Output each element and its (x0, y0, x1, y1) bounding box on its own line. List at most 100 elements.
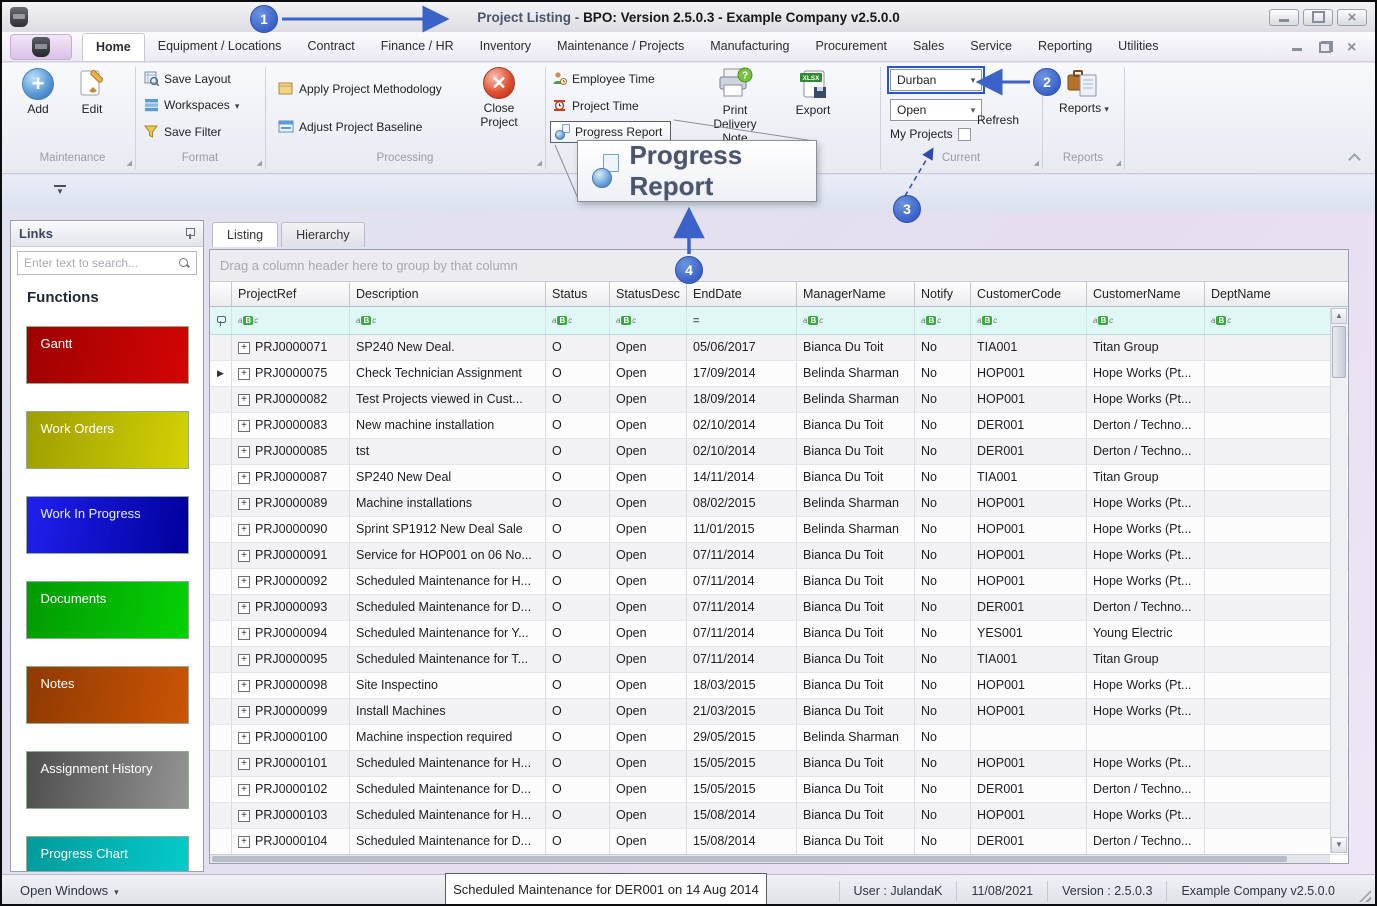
workspaces-button[interactable]: Workspaces (144, 98, 239, 112)
expand-icon[interactable] (238, 601, 250, 614)
table-row[interactable]: PRJ0000095 Scheduled Maintenance for T..… (210, 647, 1348, 673)
column-header[interactable]: CustomerCode (971, 282, 1087, 306)
expand-icon[interactable] (238, 653, 250, 666)
horizontal-scrollbar[interactable] (210, 854, 1330, 863)
text-filter-icon[interactable] (1093, 316, 1113, 325)
text-filter-icon[interactable] (356, 316, 376, 325)
function-button[interactable]: Progress Chart (25, 836, 189, 871)
scrollbar-thumb[interactable] (1332, 326, 1346, 378)
search-input[interactable] (24, 256, 179, 270)
column-header[interactable]: ProjectRef (232, 282, 350, 306)
menu-tab[interactable]: Sales (900, 33, 957, 61)
expand-icon[interactable] (238, 497, 250, 510)
column-header[interactable]: EndDate (687, 282, 797, 306)
table-row[interactable]: PRJ0000082 Test Projects viewed in Cust.… (210, 387, 1348, 413)
column-header[interactable]: DeptName (1205, 282, 1348, 306)
function-button[interactable]: Work Orders (25, 411, 189, 469)
filter-pin-icon[interactable] (216, 315, 226, 327)
scroll-down-icon[interactable] (1331, 837, 1347, 853)
menu-tab[interactable]: Equipment / Locations (145, 33, 295, 61)
column-header[interactable]: CustomerName (1087, 282, 1205, 306)
expand-icon[interactable] (238, 731, 250, 744)
table-row[interactable]: PRJ0000075 Check Technician Assignment O… (210, 361, 1348, 387)
table-row[interactable]: PRJ0000085 tst O Open 02/10/2014 Bianca … (210, 439, 1348, 465)
expand-icon[interactable] (238, 679, 250, 692)
expand-icon[interactable] (238, 627, 250, 640)
table-row[interactable]: PRJ0000071 SP240 New Deal. O Open 05/06/… (210, 335, 1348, 361)
dialog-launcher-icon[interactable]: ◢ (257, 159, 262, 167)
function-button[interactable]: Gantt (25, 326, 189, 384)
view-tab[interactable]: Listing (212, 222, 279, 247)
my-projects-checkbox[interactable] (957, 127, 971, 141)
column-header[interactable]: Notify (915, 282, 971, 306)
menu-tab[interactable]: Service (957, 33, 1025, 61)
expand-icon[interactable] (238, 705, 250, 718)
filter-cell[interactable] (915, 307, 971, 334)
close-project-button[interactable]: ✕ Close Project (468, 67, 530, 130)
chevron-down-icon[interactable] (965, 75, 981, 86)
expand-icon[interactable] (238, 445, 250, 458)
expand-icon[interactable] (238, 367, 250, 380)
add-button[interactable]: + Add (16, 68, 60, 117)
function-button[interactable]: Assignment History (25, 751, 189, 809)
table-row[interactable]: PRJ0000098 Site Inspectino O Open 18/03/… (210, 673, 1348, 699)
text-filter-icon[interactable] (1211, 316, 1231, 325)
toolbar-overflow-icon[interactable] (54, 185, 66, 196)
table-row[interactable]: PRJ0000103 Scheduled Maintenance for H..… (210, 803, 1348, 829)
refresh-button[interactable]: Refresh (977, 113, 1019, 127)
expand-icon[interactable] (238, 471, 250, 484)
reports-button[interactable]: Reports (1054, 67, 1114, 116)
filter-cell[interactable] (546, 307, 610, 334)
menu-tab[interactable]: Reporting (1025, 33, 1105, 61)
save-filter-button[interactable]: Save Filter (144, 125, 221, 139)
my-projects-toggle[interactable]: My Projects (890, 127, 971, 141)
expand-icon[interactable] (238, 809, 250, 822)
filter-cell[interactable] (1087, 307, 1205, 334)
equals-filter-icon[interactable]: = (693, 315, 699, 327)
expand-icon[interactable] (238, 523, 250, 536)
mdi-restore-icon[interactable] (1319, 40, 1333, 53)
text-filter-icon[interactable] (977, 316, 997, 325)
expand-icon[interactable] (238, 393, 250, 406)
table-row[interactable]: PRJ0000104 Scheduled Maintenance for D..… (210, 829, 1348, 855)
column-header[interactable]: StatusDesc (610, 282, 687, 306)
function-button[interactable]: Documents (25, 581, 189, 639)
menu-tab[interactable]: Utilities (1105, 33, 1171, 61)
menu-tab[interactable]: Manufacturing (697, 33, 802, 61)
view-tab[interactable]: Hierarchy (281, 222, 365, 247)
text-filter-icon[interactable] (238, 316, 258, 325)
filter-cell[interactable]: = (687, 307, 797, 334)
mdi-close-icon[interactable] (1347, 41, 1361, 53)
expand-icon[interactable] (238, 783, 250, 796)
table-row[interactable]: PRJ0000093 Scheduled Maintenance for D..… (210, 595, 1348, 621)
menu-tab[interactable]: Finance / HR (368, 33, 467, 61)
apply-project-methodology-button[interactable]: Apply Project Methodology (278, 81, 442, 96)
menu-tab[interactable]: Contract (294, 33, 367, 61)
table-row[interactable]: PRJ0000089 Machine installations O Open … (210, 491, 1348, 517)
text-filter-icon[interactable] (921, 316, 941, 325)
status-dropdown[interactable]: Open (890, 99, 982, 121)
column-header[interactable]: Description (350, 282, 546, 306)
table-row[interactable]: PRJ0000090 Sprint SP1912 New Deal Sale O… (210, 517, 1348, 543)
print-delivery-note-button[interactable]: ? Print Delivery Note (700, 67, 770, 145)
app-menu-button[interactable] (10, 34, 72, 60)
links-search-box[interactable] (17, 251, 197, 275)
table-row[interactable]: PRJ0000087 SP240 New Deal O Open 14/11/2… (210, 465, 1348, 491)
table-row[interactable]: PRJ0000102 Scheduled Maintenance for D..… (210, 777, 1348, 803)
group-by-bar[interactable]: Drag a column header here to group by th… (210, 250, 1348, 282)
expand-icon[interactable] (238, 575, 250, 588)
collapse-ribbon-icon[interactable] (1348, 153, 1361, 166)
filter-cell[interactable] (1205, 307, 1348, 334)
resize-grip[interactable] (1359, 890, 1371, 902)
project-time-button[interactable]: Project Time (552, 98, 639, 113)
filter-cell[interactable] (971, 307, 1087, 334)
adjust-project-baseline-button[interactable]: Adjust Project Baseline (278, 119, 422, 134)
menu-tab[interactable]: Inventory (467, 33, 544, 61)
column-header[interactable]: Status (546, 282, 610, 306)
expand-icon[interactable] (238, 419, 250, 432)
expand-icon[interactable] (238, 835, 250, 848)
table-row[interactable]: PRJ0000094 Scheduled Maintenance for Y..… (210, 621, 1348, 647)
filter-cell[interactable] (232, 307, 350, 334)
table-row[interactable]: PRJ0000099 Install Machines O Open 21/03… (210, 699, 1348, 725)
dialog-launcher-icon[interactable]: ◢ (127, 159, 132, 167)
